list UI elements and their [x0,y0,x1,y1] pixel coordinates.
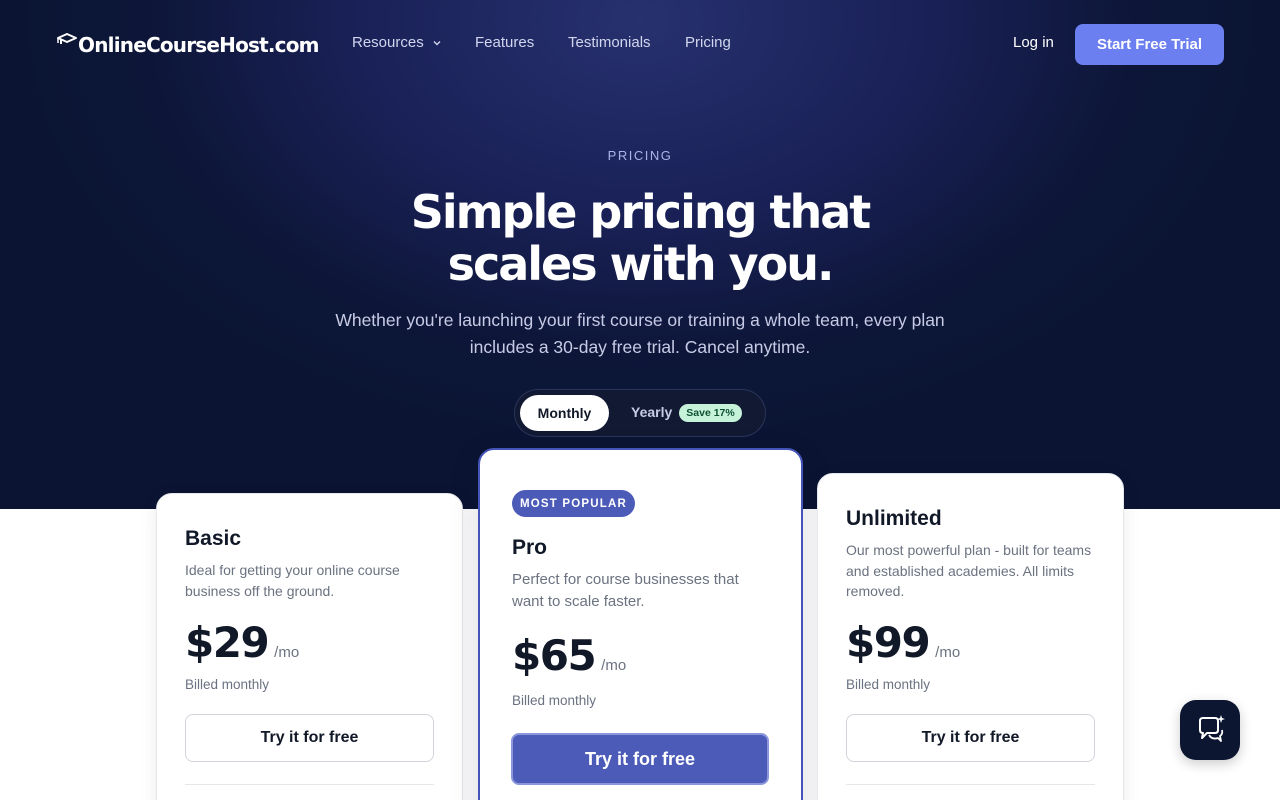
top-nav: OnlineCourseHost.com Resources Features … [0,0,1280,88]
price-period: /mo [601,657,627,674]
subhead-line-1: Whether you're launching your first cour… [335,310,945,330]
page-subtitle: Whether you're launching your first cour… [300,307,980,361]
pro-try-free-button[interactable]: Try it for free [511,733,769,785]
billing-monthly-option[interactable]: Monthly [520,395,609,431]
plan-card-pro: MOST POPULAR Pro Perfect for course busi… [478,448,803,800]
login-link[interactable]: Log in [1013,34,1054,51]
chevron-down-icon [433,40,441,45]
nav-resources[interactable]: Resources [352,34,442,51]
billing-note: Billed monthly [846,677,931,692]
chat-launcher-button[interactable] [1180,700,1240,760]
card-divider [185,784,434,785]
billing-note: Billed monthly [512,693,597,708]
save-badge: Save 17% [679,404,742,422]
price-period: /mo [935,644,961,661]
plan-price: $99 /mo [846,618,960,667]
plan-price: $65 /mo [512,631,626,680]
price-amount: $99 [846,618,931,667]
nav-testimonials[interactable]: Testimonials [568,34,651,51]
start-free-trial-button[interactable]: Start Free Trial [1075,24,1224,65]
page-title: Simple pricing that scales with you. [0,186,1280,290]
plan-description: Perfect for course businesses that want … [512,571,739,610]
subhead-line-2: includes a 30-day free trial. Cancel any… [469,337,811,357]
basic-try-free-button[interactable]: Try it for free [185,714,434,762]
card-divider [846,784,1095,785]
billing-toggle: Monthly Yearly Save 17% [514,389,766,437]
logo-text: OnlineCourseHost.com [78,33,320,57]
unlimited-try-free-button[interactable]: Try it for free [846,714,1095,762]
plan-name: Pro [512,536,548,559]
nav-features[interactable]: Features [475,34,534,51]
price-amount: $29 [185,618,270,667]
nav-resources-label: Resources [352,34,424,51]
plan-description: Ideal for getting your online course bus… [185,562,400,599]
plan-description: Our most powerful plan - built for teams… [846,542,1092,599]
billing-yearly-option[interactable]: Yearly [631,404,672,420]
plan-card-basic: Basic Ideal for getting your online cour… [156,493,463,800]
headline-line-2: scales with you. [447,237,835,291]
plan-name: Unlimited [846,507,942,530]
billing-note: Billed monthly [185,677,270,692]
plan-name: Basic [185,527,242,550]
most-popular-badge: MOST POPULAR [512,490,635,517]
price-amount: $65 [512,631,597,680]
nav-pricing[interactable]: Pricing [685,34,731,51]
price-period: /mo [274,644,300,661]
site-logo[interactable]: OnlineCourseHost.com [56,30,320,60]
graduation-cap-icon [57,33,77,44]
chat-bubble-sparkle-icon [1199,715,1225,742]
plan-price: $29 /mo [185,618,299,667]
headline-line-1: Simple pricing that [410,185,872,239]
pricing-eyebrow: PRICING [607,148,673,163]
plan-card-unlimited: Unlimited Our most powerful plan - built… [817,473,1124,800]
